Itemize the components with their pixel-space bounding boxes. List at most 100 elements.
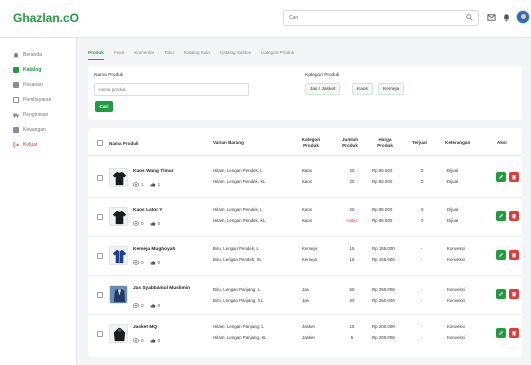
brand-logo[interactable]: Ghazlan.cO: [13, 11, 79, 25]
search-input[interactable]: [284, 11, 454, 25]
sold-cell: -: [421, 335, 423, 340]
select-all-checkbox[interactable]: [97, 140, 103, 146]
view-count: 0: [141, 221, 144, 226]
home-icon: [13, 52, 19, 57]
price-cell: Rp 200.000: [372, 324, 395, 329]
filter-panel: Nama Produk Cari Kategori Produk Jas / J…: [88, 66, 522, 120]
qty-cell-out-of-stock: Habis: [346, 218, 358, 223]
category-cell: Kemeja: [302, 257, 317, 262]
row-checkbox[interactable]: [97, 331, 103, 337]
tab-komentar[interactable]: Komentar: [134, 50, 154, 60]
price-cell: Rp 250.000: [372, 298, 395, 303]
edit-button[interactable]: [496, 289, 506, 299]
top-bar: Ghazlan.cO: [0, 0, 531, 38]
note-cell: Konveksi: [447, 298, 465, 303]
jacket-image: [109, 285, 128, 304]
price-cell: Rp 85.000: [372, 218, 393, 223]
sidebar-item-pengiriman[interactable]: Pengiriman: [13, 110, 48, 119]
view-count: 0: [141, 260, 144, 265]
row-checkbox[interactable]: [97, 253, 103, 259]
edit-button[interactable]: [496, 250, 506, 260]
tab-katalog-kain[interactable]: Katalog Kain: [184, 50, 210, 60]
user-avatar[interactable]: [516, 10, 530, 24]
like-count: 0: [157, 303, 161, 308]
product-name-input[interactable]: [94, 83, 249, 96]
eye-icon: [133, 303, 139, 308]
note-cell: Dijual: [447, 207, 458, 212]
pencil-icon: [499, 330, 504, 335]
delete-button[interactable]: [509, 289, 519, 299]
sold-cell: 0: [421, 168, 424, 173]
like-count: 0: [157, 338, 161, 343]
shipping-icon: [13, 113, 19, 117]
finance-icon: [13, 126, 19, 133]
delete-button[interactable]: [509, 211, 519, 221]
product-name[interactable]: Kaos Lator Y: [133, 208, 191, 214]
view-count: 1: [141, 182, 144, 187]
hoodie-image: [109, 324, 128, 343]
note-cell: Konveksi: [447, 257, 465, 262]
sidebar-item-keuangan[interactable]: Keuangan: [13, 125, 46, 134]
variant-cell: Hitam, Lengan Pendek, XL: [213, 179, 266, 184]
trash-icon: [511, 253, 517, 258]
trash-icon: [511, 175, 517, 180]
category-cell: Jas: [302, 298, 309, 303]
qty-cell: 15: [349, 257, 355, 262]
category-chip-jas-jasket[interactable]: Jas / Jasket: [305, 83, 341, 95]
sidebar-item-katalog[interactable]: Katalog: [13, 65, 41, 74]
product-name[interactable]: Jas Syabbamul Muslimin: [133, 286, 191, 292]
sold-cell: 0: [421, 179, 424, 184]
product-name[interactable]: Kaos Wang Timur: [133, 169, 191, 175]
sidebar-item-pesanan[interactable]: Pesanan: [13, 80, 43, 89]
sidebar-item-label: Pembayaran: [23, 96, 52, 103]
edit-button[interactable]: [496, 211, 506, 221]
tab-katalog-sablon[interactable]: Katalog Sablon: [220, 50, 251, 60]
note-cell: Dijual: [447, 218, 458, 223]
mail-icon[interactable]: [487, 13, 496, 22]
product-name[interactable]: Jasket MQ: [133, 325, 191, 331]
tab-toko[interactable]: Toko: [164, 50, 174, 60]
price-cell: Rp 250.000: [372, 287, 395, 292]
qty-cell: 50: [349, 287, 355, 292]
category-label: Kategori Produk: [305, 73, 340, 78]
pencil-icon: [499, 213, 504, 218]
sidebar-item-pembayaran[interactable]: Pembayaran: [13, 95, 51, 104]
pencil-icon: [499, 252, 504, 257]
view-count: 0: [141, 303, 144, 308]
delete-button[interactable]: [509, 328, 519, 338]
delete-button[interactable]: [509, 250, 519, 260]
product-name[interactable]: Kemeja Mughoyah: [133, 247, 191, 253]
like-icon: [150, 182, 155, 187]
price-cell: Rp 85.000: [372, 179, 393, 184]
row-checkbox[interactable]: [97, 175, 103, 181]
search-box[interactable]: [283, 10, 479, 26]
variant-cell: Biru, Lengan Panjang, L: [213, 287, 261, 292]
delete-button[interactable]: [509, 172, 519, 182]
like-count: 1: [157, 182, 161, 187]
edit-button[interactable]: [496, 172, 506, 182]
variant-cell: Hitam, Lengan Panjang, L: [213, 324, 264, 329]
pencil-icon: [499, 174, 504, 179]
like-count: 0: [157, 221, 161, 226]
tab-produk[interactable]: Produk: [88, 50, 104, 60]
header-sold: Terjual: [412, 140, 427, 145]
sidebar: Beranda Katalog Pesanan Pembayaran Pengi…: [0, 38, 77, 365]
tab-feed[interactable]: Feed: [114, 50, 124, 60]
tab-kategori-produk[interactable]: Kategori Produk: [261, 50, 294, 60]
category-cell: Kaos: [302, 207, 313, 212]
tshirt-image: [109, 168, 128, 187]
sidebar-item-keluar[interactable]: Keluar: [13, 140, 37, 149]
row-checkbox[interactable]: [97, 214, 103, 220]
price-cell: Rp 85.000: [372, 207, 393, 212]
category-cell: Kaos: [302, 179, 313, 184]
qty-cell: 15: [349, 324, 355, 329]
category-chip-kemeja[interactable]: Kemeja: [378, 83, 405, 95]
category-chip-kaos[interactable]: Kaos: [352, 83, 373, 95]
edit-button[interactable]: [496, 328, 506, 338]
search-button[interactable]: Cari: [95, 101, 113, 112]
bell-icon[interactable]: [502, 13, 511, 22]
product-stats: 1 1: [133, 182, 160, 187]
sidebar-item-beranda[interactable]: Beranda: [13, 50, 42, 59]
note-cell: Konveksi: [447, 324, 465, 329]
row-checkbox[interactable]: [97, 292, 103, 298]
